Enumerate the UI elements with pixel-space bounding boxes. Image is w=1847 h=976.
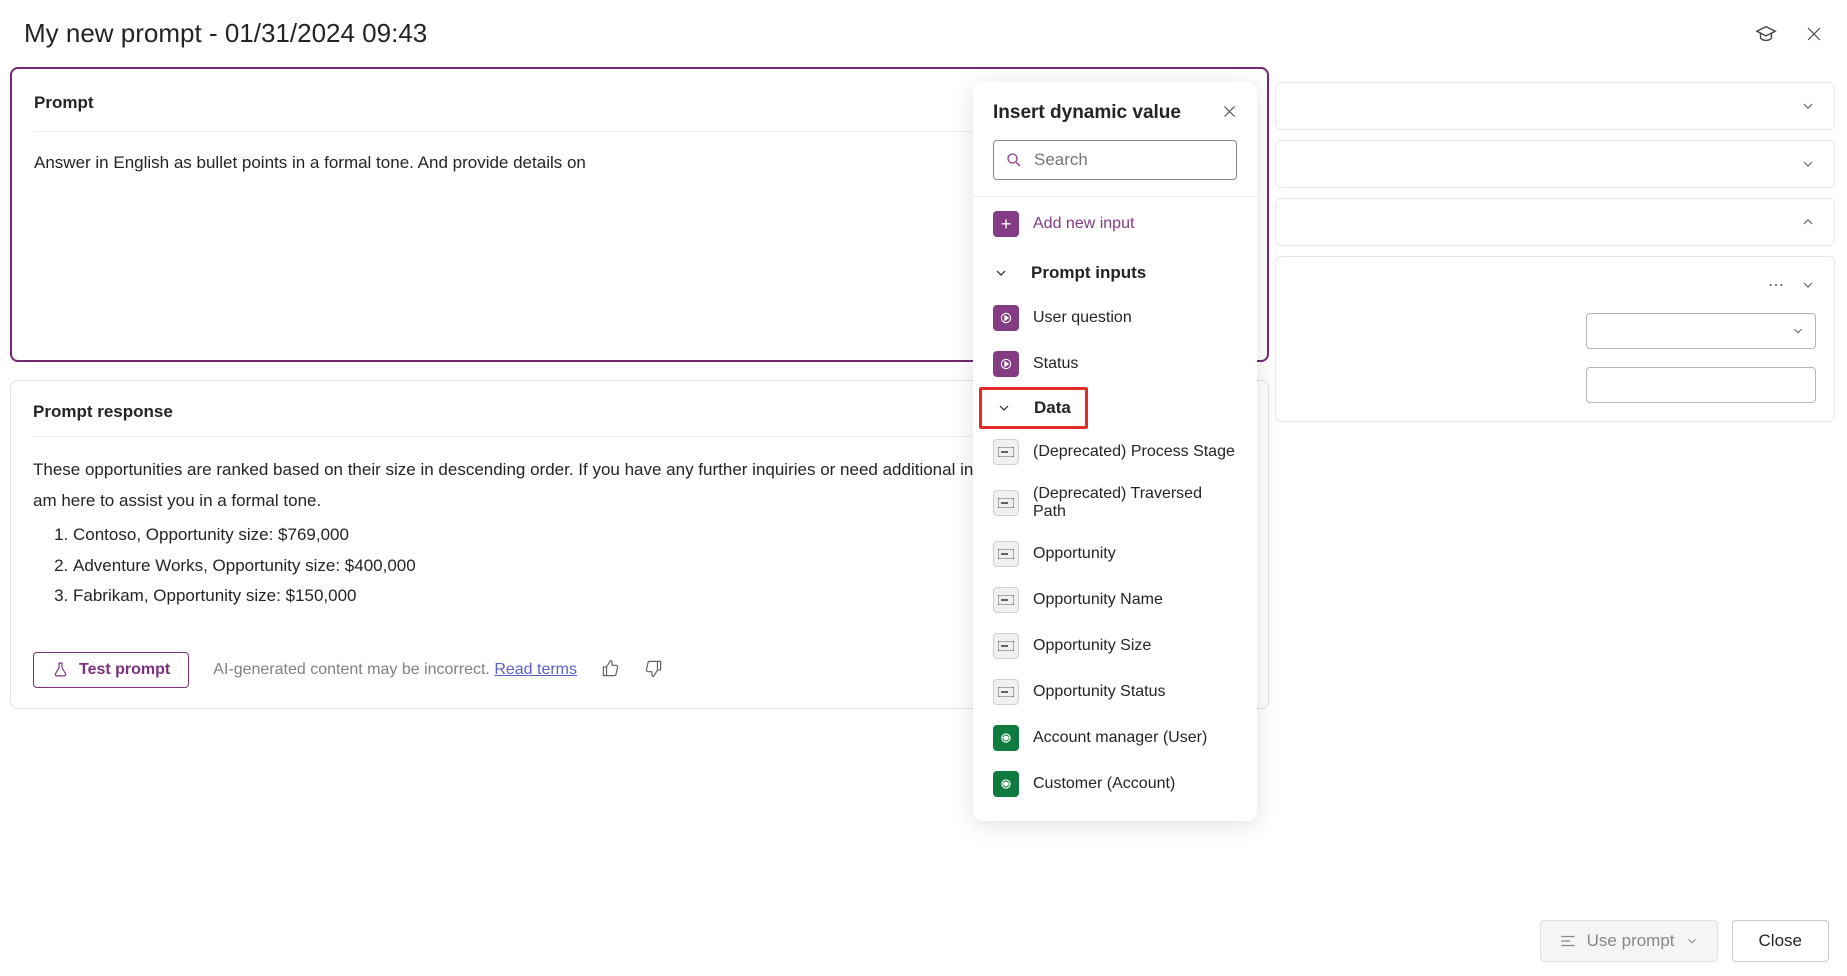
settings-body: ⋯ bbox=[1275, 256, 1835, 422]
text-field-icon bbox=[993, 633, 1019, 659]
settings-input[interactable] bbox=[1586, 367, 1816, 403]
close-icon bbox=[1805, 25, 1823, 43]
use-prompt-label: Use prompt bbox=[1587, 931, 1675, 951]
footer-bar: Use prompt Close bbox=[1522, 906, 1847, 976]
header: My new prompt - 01/31/2024 09:43 bbox=[0, 0, 1847, 67]
chevron-up-icon bbox=[1800, 214, 1816, 230]
data-item[interactable]: (Deprecated) Traversed Path bbox=[973, 475, 1257, 531]
item-label: Opportunity Size bbox=[1033, 637, 1151, 655]
item-label: Opportunity Status bbox=[1033, 683, 1166, 701]
test-prompt-label: Test prompt bbox=[79, 661, 170, 679]
prompt-icon bbox=[1559, 933, 1577, 949]
close-dialog-button[interactable] bbox=[1805, 25, 1823, 43]
data-item[interactable]: (Deprecated) Process Stage bbox=[973, 429, 1257, 475]
settings-accordion-open[interactable] bbox=[1275, 198, 1835, 246]
input-item-user-question[interactable]: User question bbox=[973, 295, 1257, 341]
input-item-status[interactable]: Status bbox=[973, 341, 1257, 387]
header-actions bbox=[1755, 23, 1823, 45]
text-field-icon bbox=[993, 439, 1019, 465]
chevron-down-icon bbox=[996, 400, 1012, 416]
data-item[interactable]: Opportunity Size bbox=[973, 623, 1257, 669]
add-new-input-button[interactable]: + Add new input bbox=[973, 197, 1257, 251]
data-item[interactable]: Account manager (User) bbox=[973, 715, 1257, 761]
chevron-down-icon bbox=[1800, 277, 1816, 293]
more-icon[interactable]: ⋯ bbox=[1768, 275, 1786, 295]
item-label: (Deprecated) Process Stage bbox=[1033, 443, 1235, 461]
settings-accordion[interactable] bbox=[1275, 82, 1835, 130]
add-new-input-label: Add new input bbox=[1033, 215, 1134, 233]
text-field-icon bbox=[993, 490, 1019, 516]
entity-icon bbox=[993, 771, 1019, 797]
prompt-panel-title: Prompt bbox=[34, 93, 94, 113]
data-item[interactable]: Customer (Account) bbox=[973, 761, 1257, 807]
flask-icon bbox=[52, 661, 69, 678]
item-label: Account manager (User) bbox=[1033, 729, 1207, 747]
plus-icon: + bbox=[993, 211, 1019, 237]
section-data[interactable]: Data bbox=[979, 387, 1088, 429]
right-settings-column: ⋯ bbox=[1275, 82, 1835, 432]
text-field-icon bbox=[993, 587, 1019, 613]
chevron-down-icon bbox=[1685, 934, 1699, 948]
search-input[interactable] bbox=[993, 140, 1237, 180]
data-item[interactable]: Opportunity Status bbox=[973, 669, 1257, 715]
variable-icon bbox=[993, 305, 1019, 331]
close-panel-button[interactable] bbox=[1222, 104, 1237, 122]
dynamic-value-panel: Insert dynamic value + Add new input Pro… bbox=[973, 82, 1257, 821]
item-label: Status bbox=[1033, 355, 1078, 373]
search-box bbox=[993, 140, 1237, 180]
item-label: User question bbox=[1033, 309, 1132, 327]
graduation-cap-icon bbox=[1755, 23, 1777, 45]
thumbs-down-button[interactable] bbox=[644, 659, 663, 681]
read-terms-link[interactable]: Read terms bbox=[494, 661, 577, 678]
chevron-down-icon bbox=[1791, 324, 1805, 338]
chevron-down-icon bbox=[1800, 156, 1816, 172]
data-item[interactable]: Opportunity bbox=[973, 531, 1257, 577]
thumbs-down-icon bbox=[644, 659, 663, 678]
search-icon bbox=[1005, 151, 1023, 169]
section-prompt-inputs[interactable]: Prompt inputs bbox=[973, 251, 1257, 295]
item-label: Customer (Account) bbox=[1033, 775, 1175, 793]
text-field-icon bbox=[993, 541, 1019, 567]
thumbs-up-icon bbox=[601, 659, 620, 678]
settings-select[interactable] bbox=[1586, 313, 1816, 349]
variable-icon bbox=[993, 351, 1019, 377]
item-label: (Deprecated) Traversed Path bbox=[1033, 485, 1237, 521]
close-button[interactable]: Close bbox=[1732, 920, 1829, 962]
item-label: Opportunity bbox=[1033, 545, 1116, 563]
text-field-icon bbox=[993, 679, 1019, 705]
entity-icon bbox=[993, 725, 1019, 751]
section-label: Data bbox=[1034, 398, 1071, 418]
use-prompt-button[interactable]: Use prompt bbox=[1540, 920, 1718, 962]
data-item[interactable]: Opportunity Name bbox=[973, 577, 1257, 623]
section-label: Prompt inputs bbox=[1031, 263, 1146, 283]
settings-accordion[interactable] bbox=[1275, 140, 1835, 188]
item-label: Opportunity Name bbox=[1033, 591, 1163, 609]
dynamic-value-title: Insert dynamic value bbox=[993, 102, 1181, 124]
chevron-down-icon bbox=[993, 265, 1009, 281]
learn-button[interactable] bbox=[1755, 23, 1777, 45]
response-panel-title: Prompt response bbox=[33, 402, 173, 422]
thumbs-up-button[interactable] bbox=[601, 659, 620, 681]
chevron-down-icon bbox=[1800, 98, 1816, 114]
page-title: My new prompt - 01/31/2024 09:43 bbox=[24, 18, 427, 49]
ai-disclaimer: AI-generated content may be incorrect. R… bbox=[213, 661, 577, 679]
test-prompt-button[interactable]: Test prompt bbox=[33, 652, 189, 688]
close-icon bbox=[1222, 104, 1237, 119]
